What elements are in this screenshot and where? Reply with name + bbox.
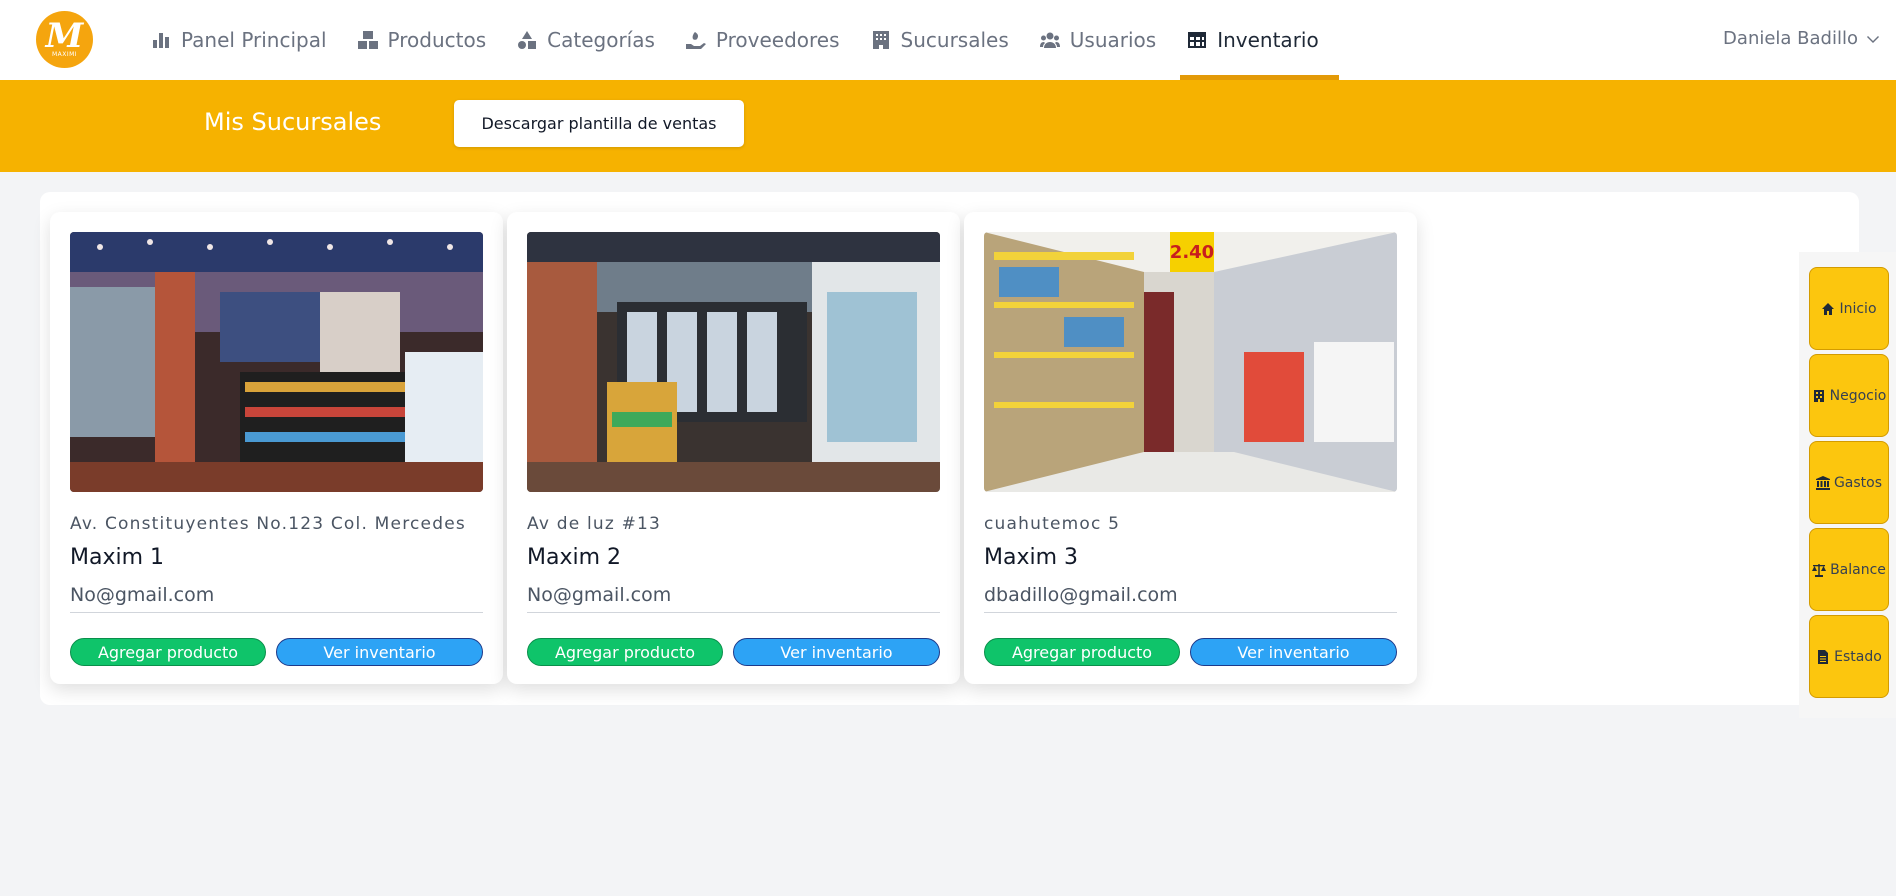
branch-photo	[527, 232, 940, 492]
branch-address: Av de luz #13	[527, 514, 662, 534]
branch-email: No@gmail.com	[527, 584, 672, 606]
boxes-icon	[357, 29, 379, 51]
nav-item-label: Categorías	[547, 28, 655, 52]
side-button-label: Inicio	[1839, 300, 1877, 317]
nav-item-label: Productos	[387, 28, 487, 52]
home-icon	[1821, 302, 1835, 316]
nav-item-label: Sucursales	[900, 28, 1009, 52]
branch-address: cuahutemoc 5	[984, 514, 1121, 534]
branch-name: Maxim 1	[70, 545, 165, 570]
nav-item-usuarios[interactable]: Usuarios	[1035, 0, 1170, 80]
page-title: Mis Sucursales	[204, 108, 382, 136]
side-button-label: Gastos	[1833, 474, 1883, 491]
download-template-button[interactable]: Descargar plantilla de ventas	[454, 100, 744, 147]
side-button-estado[interactable]: Estado	[1809, 615, 1889, 698]
price-sign-overlay: 2.40	[1170, 232, 1214, 272]
nav-item-label: Proveedores	[715, 28, 840, 52]
user-menu[interactable]: Daniela Badillo	[1723, 28, 1879, 49]
branch-email: No@gmail.com	[70, 584, 215, 606]
view-inventory-button[interactable]: Ver inventario	[1190, 638, 1397, 666]
card-divider	[527, 612, 940, 613]
side-button-inicio[interactable]: Inicio	[1809, 267, 1889, 350]
nav-item-label: Usuarios	[1069, 28, 1157, 52]
branch-address: Av. Constituyentes No.123 Col. Mercedes	[70, 514, 466, 534]
store-icon	[1812, 389, 1826, 403]
bar-chart-icon	[150, 29, 172, 51]
building-icon	[870, 29, 892, 51]
top-navbar: M MAXIMI Panel Principal Productos Categ…	[0, 0, 1896, 80]
page-header: Mis Sucursales Descargar plantilla de ve…	[0, 80, 1896, 172]
document-icon	[1816, 649, 1830, 664]
side-button-gastos[interactable]: Gastos	[1809, 441, 1889, 524]
branch-email: dbadillo@gmail.com	[984, 584, 1178, 606]
nav-item-productos[interactable]: Productos	[353, 0, 501, 80]
card-divider	[984, 612, 1397, 613]
view-inventory-button[interactable]: Ver inventario	[733, 638, 940, 666]
logo-subtext: MAXIMI	[51, 51, 78, 58]
add-product-button[interactable]: Agregar producto	[984, 638, 1180, 666]
card-divider	[70, 612, 483, 613]
logo-letter: M	[45, 16, 84, 56]
branch-card: 2.40 cuahutemoc 5 Maxim 3 dbadillo@gmail…	[964, 212, 1417, 684]
nav-item-label: Inventario	[1217, 28, 1319, 52]
side-button-negocio[interactable]: Negocio	[1809, 354, 1889, 437]
nav-item-label: Panel Principal	[181, 28, 327, 52]
branch-name: Maxim 2	[527, 545, 622, 570]
side-button-balance[interactable]: Balance	[1809, 528, 1889, 611]
shapes-icon	[516, 29, 538, 51]
branch-card: Av de luz #13 Maxim 2 No@gmail.com Agreg…	[507, 212, 960, 684]
view-inventory-button[interactable]: Ver inventario	[276, 638, 483, 666]
nav-item-panel-principal[interactable]: Panel Principal	[146, 0, 341, 80]
side-button-label: Estado	[1834, 648, 1882, 665]
user-name: Daniela Badillo	[1723, 28, 1858, 49]
price-sign-text: 2.40	[1169, 241, 1215, 263]
branch-photo	[70, 232, 483, 492]
brand-logo[interactable]: M MAXIMI	[36, 11, 93, 68]
branch-card: Av. Constituyentes No.123 Col. Mercedes …	[50, 212, 503, 684]
quick-access-menu: Inicio Negocio Gastos Balance Estado	[1799, 252, 1896, 718]
branch-name: Maxim 3	[984, 545, 1079, 570]
nav-item-categorias[interactable]: Categorías	[512, 0, 669, 80]
nav-item-inventario[interactable]: Inventario	[1180, 0, 1339, 80]
bank-icon	[1815, 475, 1830, 490]
users-icon	[1039, 29, 1061, 51]
scale-icon	[1812, 563, 1827, 577]
chevron-down-icon	[1867, 33, 1879, 45]
side-button-label: Balance	[1830, 561, 1886, 578]
nav-item-sucursales[interactable]: Sucursales	[866, 0, 1023, 80]
main-nav: Panel Principal Productos Categorías Pro…	[146, 0, 1345, 80]
side-button-label: Negocio	[1829, 387, 1887, 404]
hand-holding-icon	[685, 29, 707, 51]
add-product-button[interactable]: Agregar producto	[70, 638, 266, 666]
nav-item-proveedores[interactable]: Proveedores	[681, 0, 854, 80]
add-product-button[interactable]: Agregar producto	[527, 638, 723, 666]
table-icon	[1186, 29, 1208, 51]
